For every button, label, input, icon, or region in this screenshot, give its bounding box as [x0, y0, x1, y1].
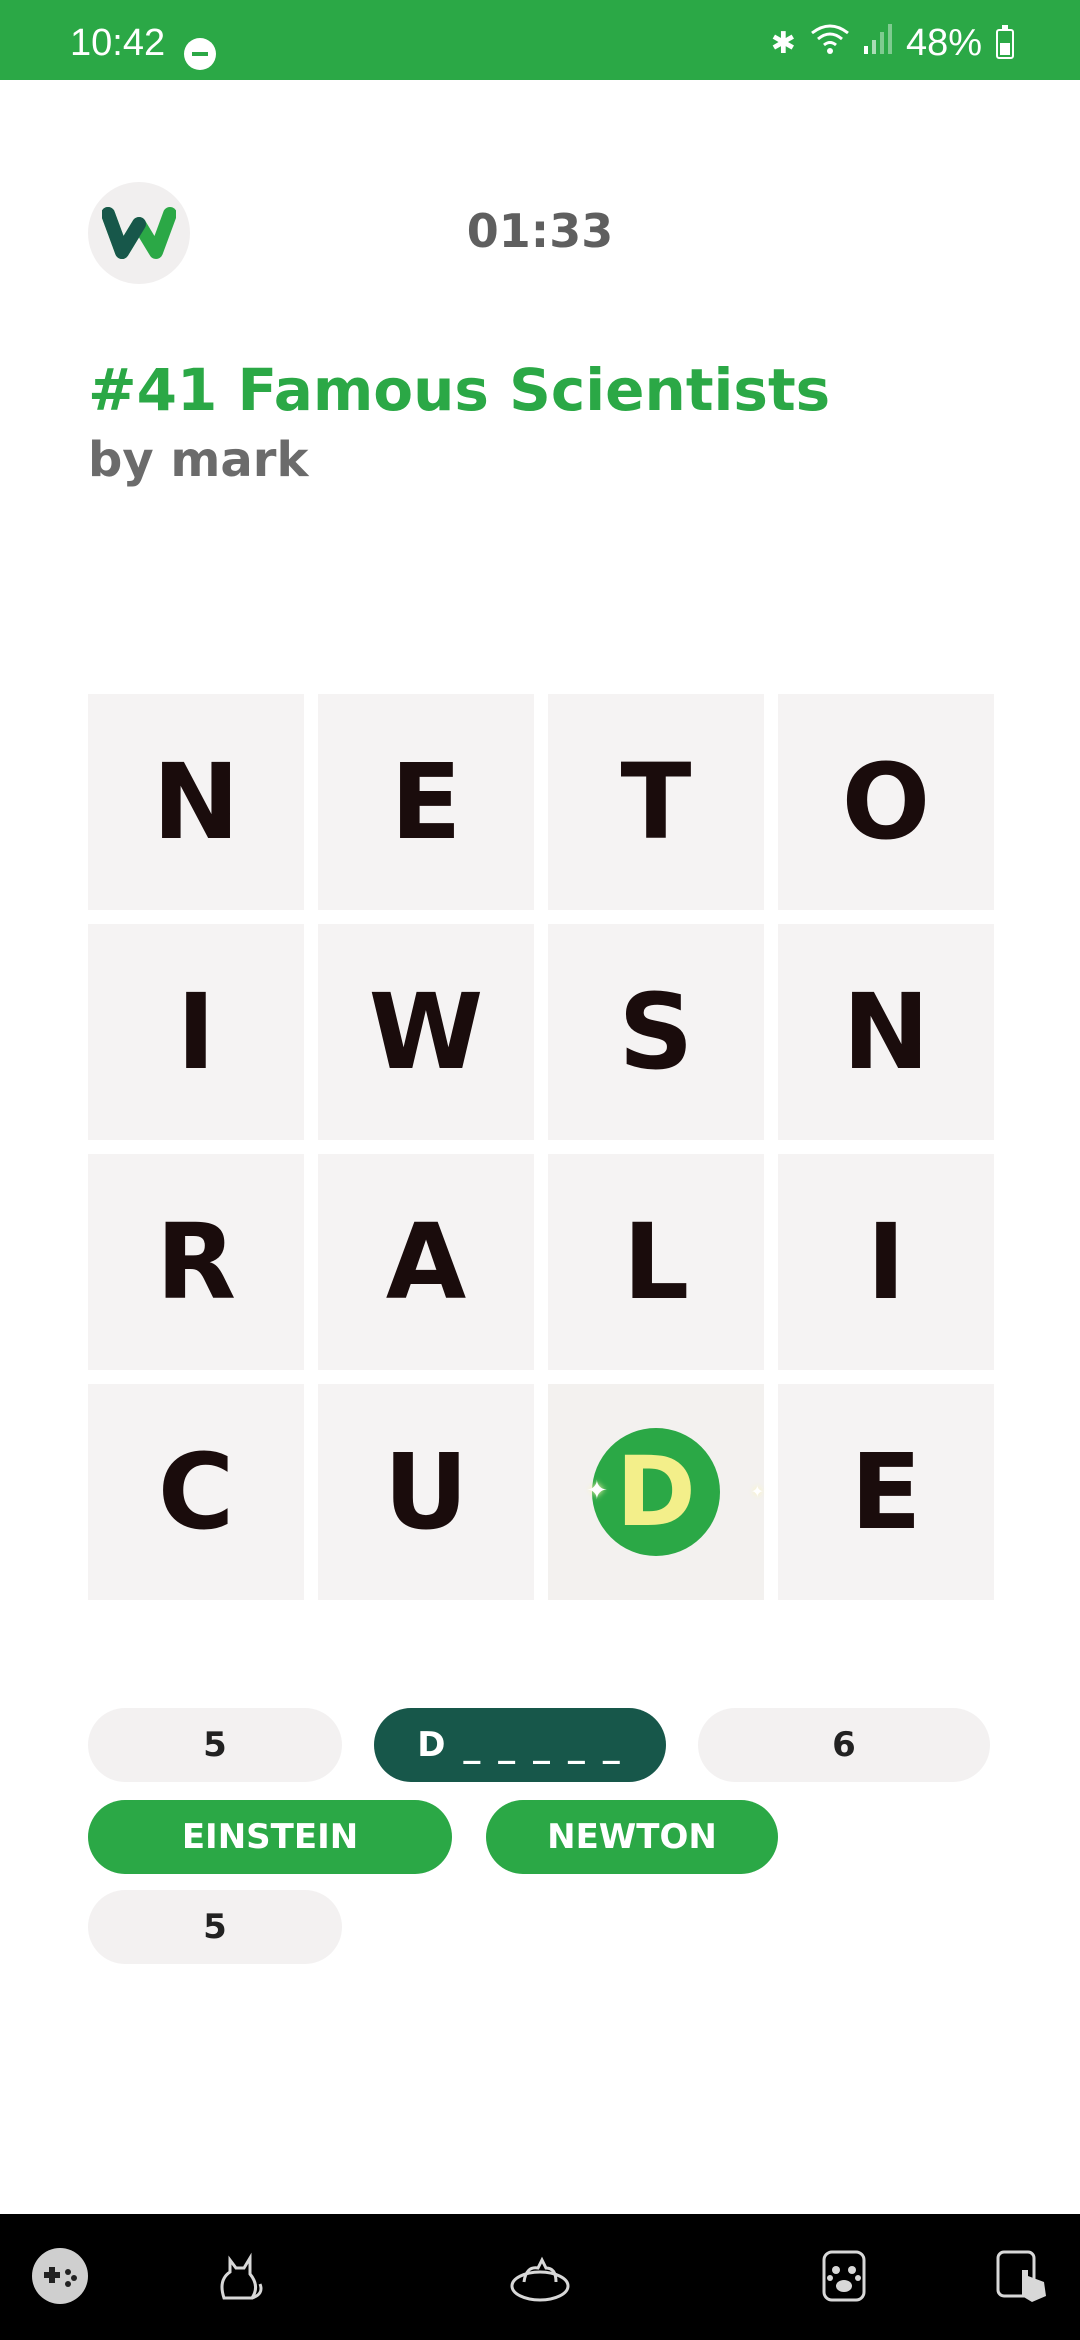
- letter-tile[interactable]: U: [318, 1384, 534, 1600]
- letter-tile[interactable]: E: [778, 1384, 994, 1600]
- letter-tile[interactable]: T: [548, 694, 764, 910]
- word-chip-hidden: 6: [698, 1708, 990, 1782]
- sparkle-icon: ✦: [750, 1482, 764, 1501]
- letter-tile[interactable]: W: [318, 924, 534, 1140]
- cat-sitting-icon[interactable]: [206, 2244, 270, 2308]
- w-logo-icon: [102, 207, 176, 259]
- letter-tile[interactable]: R: [88, 1154, 304, 1370]
- status-bar: 10:42 ✱ 48%: [0, 0, 1080, 80]
- word-chip-hidden: 5: [88, 1890, 342, 1964]
- letter-tile[interactable]: I: [88, 924, 304, 1140]
- word-chip-hidden: 5: [88, 1708, 342, 1782]
- cat-bed-icon[interactable]: [508, 2244, 572, 2308]
- letter-grid: N E T O I W S N R A L I C U ✦ D ✦ E: [88, 694, 994, 1600]
- game-timer: 01:33: [466, 204, 614, 258]
- battery-percent: 48%: [905, 22, 982, 64]
- game-screen: 10:42 ✱ 48% 01:33 #41 Famous Scientists …: [0, 0, 1080, 2340]
- puzzle-title: #41 Famous Scientists: [88, 356, 831, 424]
- letter-tile[interactable]: N: [88, 694, 304, 910]
- paw-badge-icon[interactable]: [812, 2244, 876, 2308]
- letter-tile[interactable]: C: [88, 1384, 304, 1600]
- bottom-nav-bar: [0, 2214, 1080, 2340]
- do-not-disturb-icon: [184, 38, 216, 70]
- word-chip-found: NEWTON: [486, 1800, 778, 1874]
- battery-icon: [996, 24, 1014, 59]
- sparkle-icon: ✦: [586, 1476, 608, 1506]
- word-chip-active: D _ _ _ _ _: [374, 1708, 666, 1782]
- status-icons: ✱ 48%: [771, 22, 1014, 65]
- letter-tile[interactable]: I: [778, 1154, 994, 1370]
- letter-tile[interactable]: E: [318, 694, 534, 910]
- letter-tile[interactable]: A: [318, 1154, 534, 1370]
- signal-icon: [863, 23, 892, 64]
- app-logo-button[interactable]: [88, 182, 190, 284]
- letter-tile[interactable]: O: [778, 694, 994, 910]
- games-icon[interactable]: [28, 2244, 92, 2308]
- word-chip-found: EINSTEIN: [88, 1800, 452, 1874]
- letter-tile[interactable]: S: [548, 924, 764, 1140]
- letter-tile-highlighted[interactable]: ✦ D ✦: [548, 1384, 764, 1600]
- letter-tile[interactable]: L: [548, 1154, 764, 1370]
- puzzle-author: by mark: [88, 432, 309, 488]
- app-touch-icon[interactable]: [990, 2244, 1054, 2308]
- letter-tile[interactable]: N: [778, 924, 994, 1140]
- wifi-icon: [810, 23, 850, 65]
- status-time: 10:42: [70, 22, 166, 64]
- bluetooth-icon: ✱: [770, 26, 796, 60]
- selected-letter-circle: D: [592, 1428, 720, 1556]
